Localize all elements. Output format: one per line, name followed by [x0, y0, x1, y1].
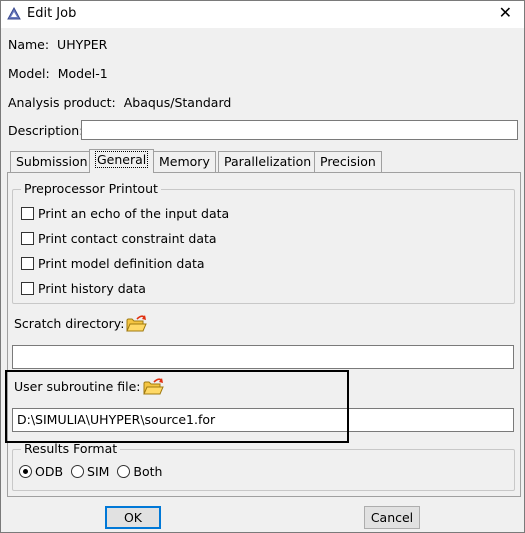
open-folder-icon[interactable] — [142, 377, 164, 397]
preprocessor-printout-label: Preprocessor Printout — [21, 181, 161, 196]
user-subroutine-input[interactable]: D:\SIMULIA\UHYPER\source1.for — [12, 408, 514, 432]
contact-constraint-checkbox-row[interactable]: Print contact constraint data — [21, 231, 217, 247]
radio-sim[interactable] — [71, 465, 85, 478]
description-input[interactable] — [81, 120, 518, 140]
results-format-label: Results Format — [21, 441, 121, 456]
job-name-row: Name: UHYPER — [8, 37, 107, 52]
checkbox-label: Print an echo of the input data — [38, 206, 230, 221]
tab-label: Submission — [16, 154, 88, 169]
tab-precision[interactable]: Precision — [314, 151, 382, 172]
analysis-product-row: Analysis product: Abaqus/Standard — [8, 95, 231, 110]
product-value: Abaqus/Standard — [123, 95, 232, 110]
title-bar: Edit Job ✕ — [1, 1, 524, 28]
tab-parallelization[interactable]: Parallelization — [218, 151, 318, 172]
checkbox[interactable] — [21, 207, 34, 220]
window-title: Edit Job — [27, 6, 77, 21]
name-value: UHYPER — [57, 37, 108, 52]
checkbox[interactable] — [21, 282, 34, 295]
scratch-directory-label: Scratch directory: — [14, 316, 125, 331]
radio-label: SIM — [87, 464, 110, 479]
radio-label: Both — [133, 464, 163, 479]
model-value: Model-1 — [57, 66, 108, 81]
tab-general[interactable]: General — [89, 149, 155, 173]
cancel-button[interactable]: Cancel — [364, 506, 420, 529]
tab-submission[interactable]: Submission — [10, 151, 94, 172]
radio-label: ODB — [35, 464, 64, 479]
product-label: Analysis product: — [8, 95, 116, 110]
description-label: Description: — [8, 123, 84, 138]
tab-memory[interactable]: Memory — [153, 151, 216, 172]
radio-both[interactable] — [117, 465, 131, 478]
ok-button[interactable]: OK — [105, 506, 161, 529]
tab-label: General — [95, 151, 149, 168]
model-definition-checkbox-row[interactable]: Print model definition data — [21, 256, 205, 272]
open-folder-icon[interactable] — [125, 314, 147, 334]
checkbox-label: Print contact constraint data — [38, 231, 217, 246]
edit-job-dialog: Edit Job ✕ Name: UHYPER Model: Model-1 A… — [0, 0, 525, 533]
abaqus-triangle-icon — [7, 7, 21, 20]
tab-label: Precision — [320, 154, 376, 169]
radio-odb[interactable] — [19, 465, 32, 478]
checkbox-label: Print history data — [38, 281, 146, 296]
checkbox[interactable] — [21, 257, 34, 270]
name-label: Name: — [8, 37, 50, 52]
user-subroutine-label: User subroutine file: — [14, 379, 141, 394]
checkbox[interactable] — [21, 232, 34, 245]
tab-label: Parallelization — [224, 154, 312, 169]
echo-input-checkbox-row[interactable]: Print an echo of the input data — [21, 206, 229, 222]
results-format-options: ODB SIM Both — [19, 464, 166, 480]
scratch-directory-input[interactable] — [12, 345, 514, 369]
model-row: Model: Model-1 — [8, 66, 108, 81]
checkbox-label: Print model definition data — [38, 256, 205, 271]
tab-label: Memory — [159, 154, 210, 169]
model-label: Model: — [8, 66, 50, 81]
history-data-checkbox-row[interactable]: Print history data — [21, 281, 146, 297]
close-icon[interactable]: ✕ — [499, 4, 512, 22]
